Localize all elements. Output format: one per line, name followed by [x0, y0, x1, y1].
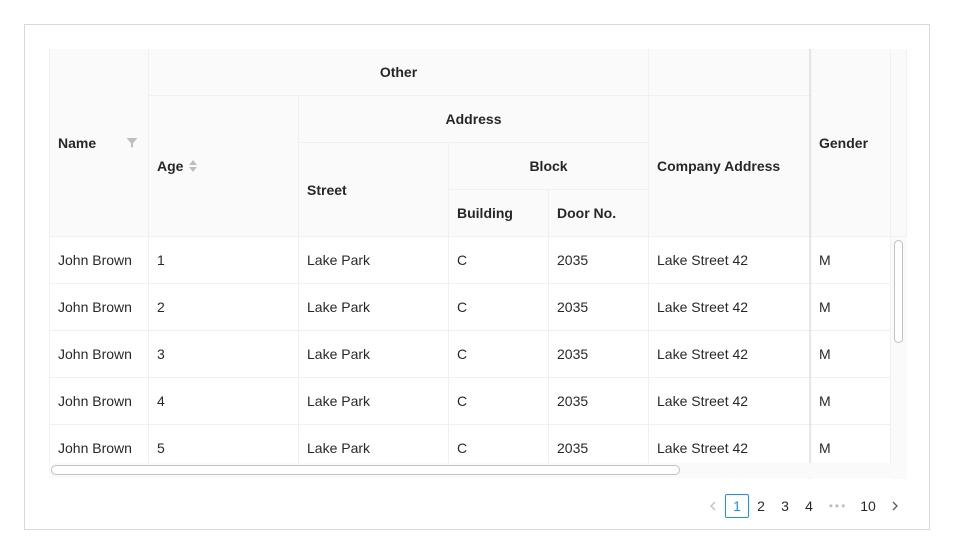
- cell-door-no: 2035: [549, 284, 649, 331]
- cell-door-no: 2035: [549, 237, 649, 284]
- column-header-age-label: Age: [157, 158, 184, 174]
- column-header-street: Street: [299, 143, 449, 237]
- pagination-page-4[interactable]: 4: [798, 494, 820, 518]
- column-group-block: Block: [449, 143, 649, 190]
- cell-building: C: [449, 378, 549, 425]
- cell-company-address: Lake Street 42: [649, 237, 811, 284]
- cell-name: John Brown: [49, 284, 149, 331]
- cell-name: John Brown: [49, 331, 149, 378]
- cell-gender: M: [811, 284, 891, 331]
- column-header-door-no-label: Door No.: [557, 205, 617, 221]
- column-header-name-label: Name: [58, 134, 97, 151]
- cell-building: C: [449, 331, 549, 378]
- cell-building: C: [449, 237, 549, 284]
- pagination-next-button[interactable]: [884, 494, 906, 518]
- pagination-page-1[interactable]: 1: [725, 494, 749, 518]
- pagination-prev-button[interactable]: [703, 494, 723, 518]
- column-header-age[interactable]: Age: [149, 96, 299, 237]
- chevron-left-icon: [710, 501, 716, 511]
- column-header-door-no: Door No.: [549, 190, 649, 237]
- column-header-street-label: Street: [307, 181, 347, 198]
- cell-building: C: [449, 284, 549, 331]
- column-group-address: Address: [299, 96, 649, 143]
- column-header-name[interactable]: Name: [49, 49, 149, 237]
- column-header-gender-label: Gender: [819, 134, 869, 151]
- column-header-building-label: Building: [457, 205, 513, 221]
- cell-door-no: 2035: [549, 331, 649, 378]
- column-header-gender: Gender: [811, 49, 891, 237]
- column-group-address-label: Address: [445, 111, 502, 127]
- header-scroll-gutter: [891, 49, 907, 237]
- table: Name Other Age Address Street Block Buil…: [49, 49, 907, 479]
- cell-gender: M: [811, 237, 891, 284]
- horizontal-scrollbar-thumb[interactable]: [51, 465, 680, 475]
- cell-street: Lake Park: [299, 284, 449, 331]
- cell-door-no: 2035: [549, 378, 649, 425]
- cell-age: 1: [149, 237, 299, 284]
- column-group-other-label: Other: [379, 64, 418, 80]
- pagination-page-2[interactable]: 2: [750, 494, 772, 518]
- cell-company-address: Lake Street 42: [649, 331, 811, 378]
- filter-icon[interactable]: [126, 137, 138, 149]
- cell-street: Lake Park: [299, 378, 449, 425]
- column-header-company-address: Company Address: [649, 96, 811, 237]
- cell-company-address: Lake Street 42: [649, 284, 811, 331]
- cell-gender: M: [811, 331, 891, 378]
- cell-age: 2: [149, 284, 299, 331]
- vertical-scrollbar-thumb[interactable]: [894, 240, 903, 343]
- table-body: John Brown 1 Lake Park C 2035 Lake Stree…: [49, 237, 891, 479]
- cell-age: 4: [149, 378, 299, 425]
- cell-street: Lake Park: [299, 331, 449, 378]
- column-group-other: Other: [149, 49, 649, 96]
- pagination-page-3[interactable]: 3: [774, 494, 796, 518]
- pagination-jump-next[interactable]: •••: [824, 494, 852, 518]
- pagination-page-10[interactable]: 10: [856, 494, 880, 518]
- column-header-building: Building: [449, 190, 549, 237]
- cell-company-address: Lake Street 42: [649, 378, 811, 425]
- fixed-column-shadow: [809, 49, 812, 479]
- column-header-company-address-label: Company Address: [657, 158, 781, 174]
- cell-name: John Brown: [49, 237, 149, 284]
- sort-icon[interactable]: [189, 160, 198, 172]
- cell-name: John Brown: [49, 378, 149, 425]
- cell-age: 3: [149, 331, 299, 378]
- cell-street: Lake Park: [299, 237, 449, 284]
- chevron-right-icon: [892, 501, 898, 511]
- column-group-company: [649, 49, 811, 96]
- column-group-block-label: Block: [529, 158, 568, 174]
- cell-gender: M: [811, 378, 891, 425]
